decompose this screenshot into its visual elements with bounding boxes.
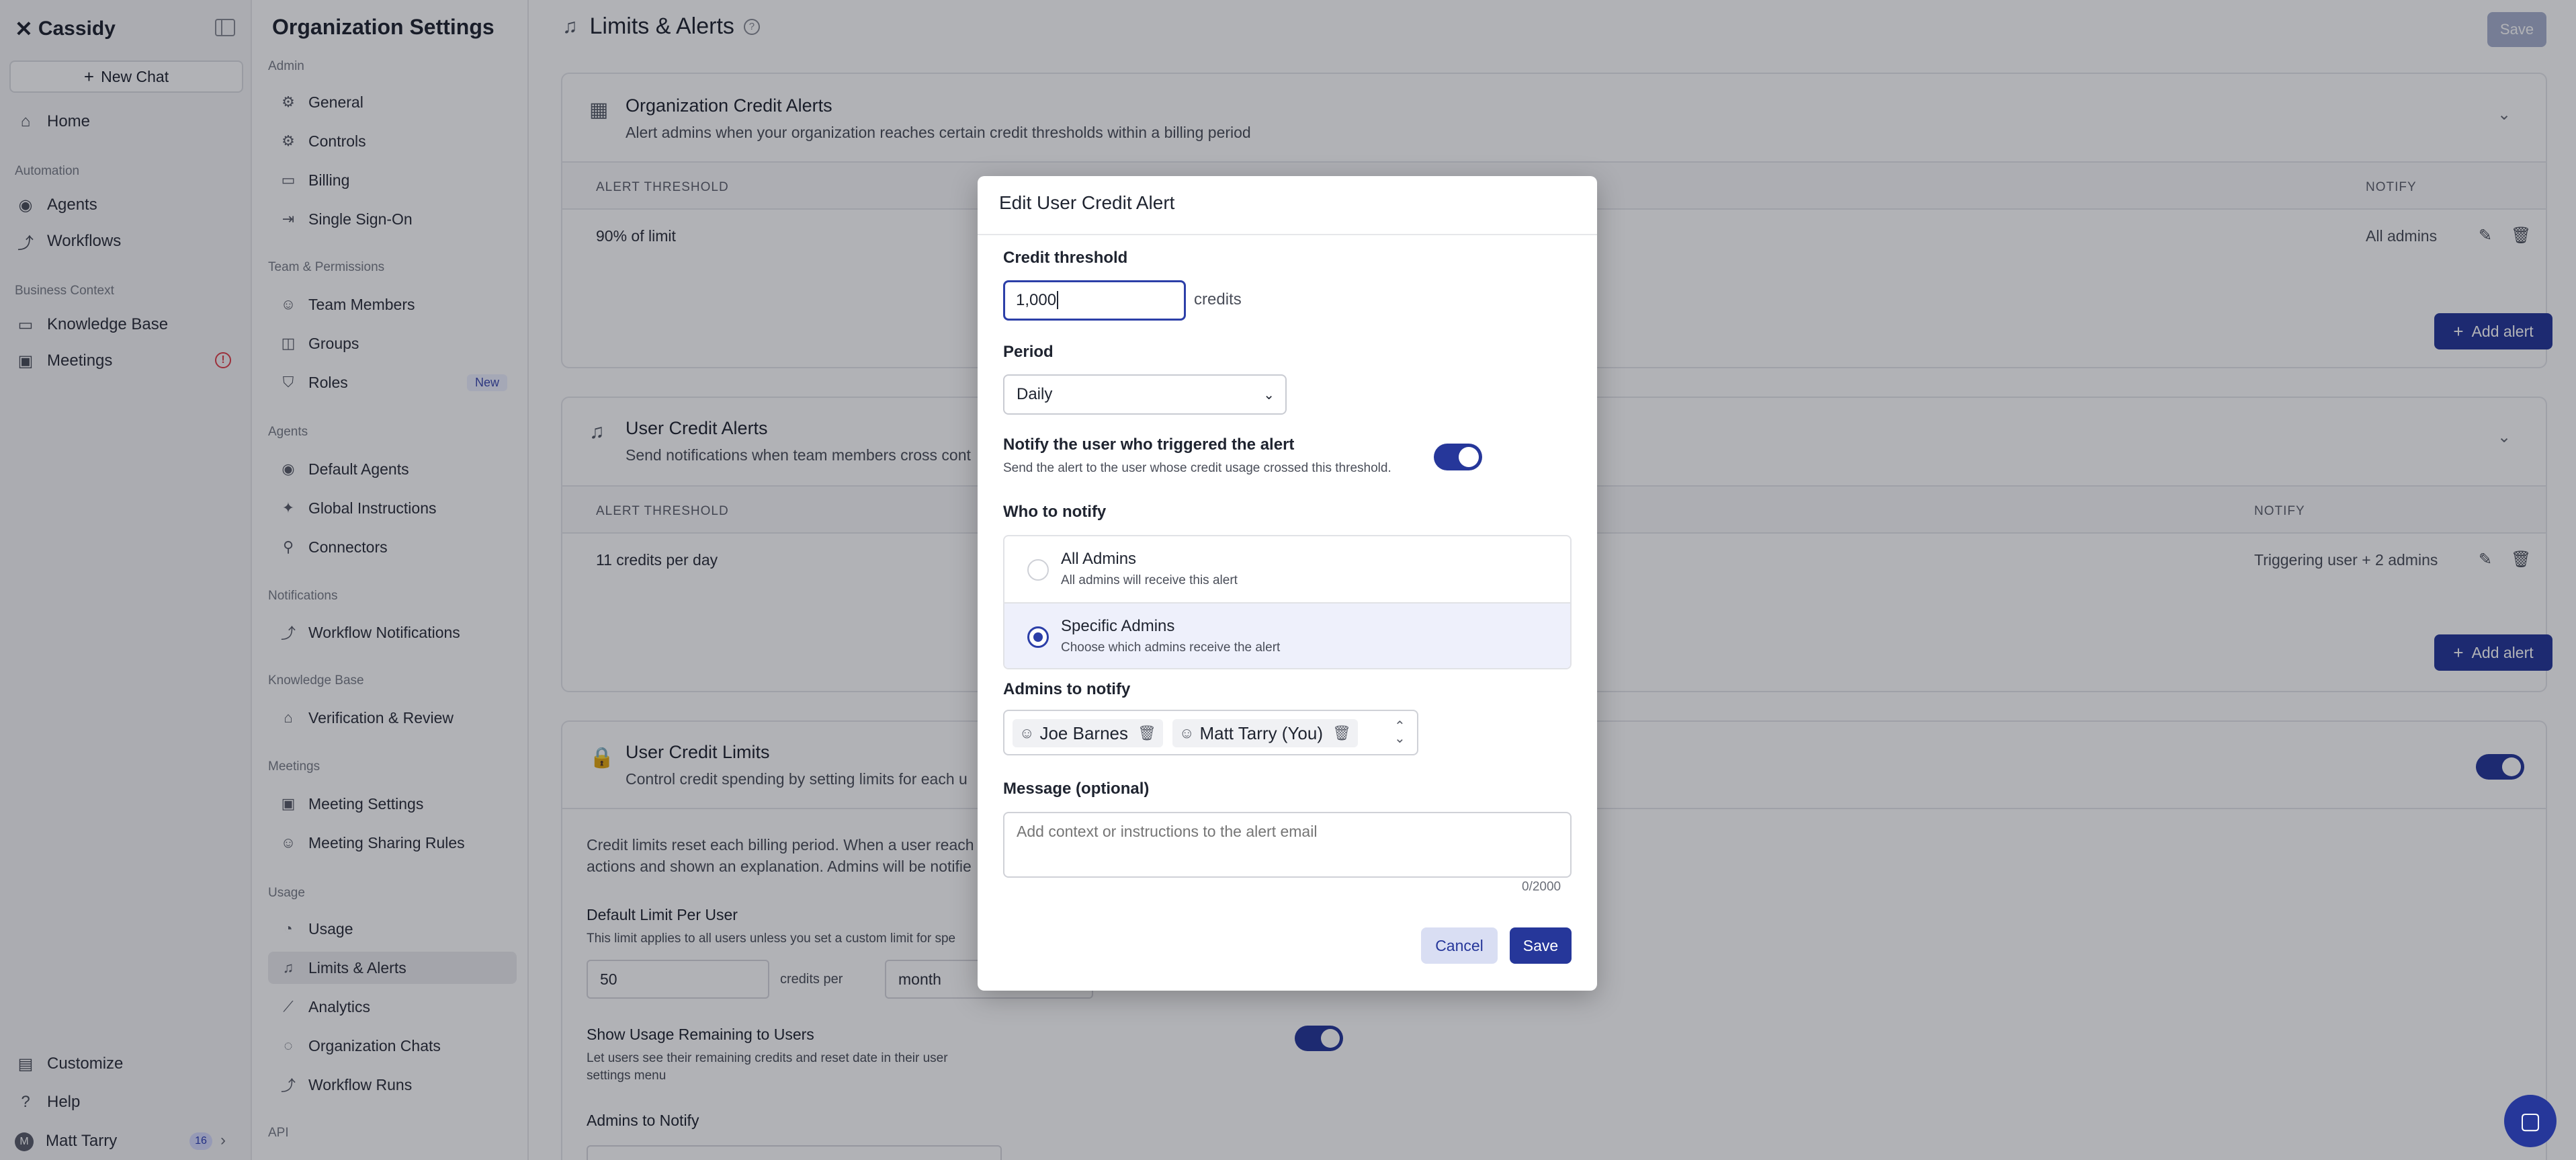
radio-button[interactable] bbox=[1027, 559, 1049, 581]
divider bbox=[978, 234, 1597, 235]
threshold-value: 1,000 bbox=[1016, 291, 1057, 309]
radio-specific-admins[interactable]: Specific Admins Choose which admins rece… bbox=[1004, 602, 1570, 668]
radio-all-admins[interactable]: All Admins All admins will receive this … bbox=[1004, 536, 1570, 602]
message-textarea[interactable] bbox=[1003, 812, 1572, 878]
chat-support-button[interactable]: ▢ bbox=[2504, 1095, 2557, 1147]
chevron-down-icon: ⌄ bbox=[1263, 387, 1275, 403]
period-value: Daily bbox=[1017, 385, 1053, 403]
cancel-button[interactable]: Cancel bbox=[1421, 927, 1498, 964]
notify-user-label: Notify the user who triggered the alert bbox=[1003, 436, 1295, 454]
admin-chip: ☺ Matt Tarry (You) 🗑 bbox=[1172, 719, 1358, 747]
radio-title: Specific Admins bbox=[1061, 617, 1175, 635]
threshold-input[interactable]: 1,000 bbox=[1003, 280, 1186, 321]
admin-chip: ☺ Joe Barnes 🗑 bbox=[1013, 719, 1163, 747]
radio-desc: All admins will receive this alert bbox=[1061, 573, 1238, 587]
period-select[interactable]: Daily ⌄ bbox=[1003, 374, 1287, 415]
chat-icon: ▢ bbox=[2519, 1108, 2542, 1134]
notify-user-desc: Send the alert to the user whose credit … bbox=[1003, 461, 1391, 475]
radio-desc: Choose which admins receive the alert bbox=[1061, 640, 1281, 655]
character-count: 0/2000 bbox=[1522, 880, 1561, 894]
notify-radio-group: All Admins All admins will receive this … bbox=[1003, 535, 1572, 669]
radio-title: All Admins bbox=[1061, 550, 1137, 568]
save-button[interactable]: Save bbox=[1510, 927, 1572, 964]
user-icon: ☺ bbox=[1019, 724, 1035, 741]
updown-chevron-icon[interactable]: ⌃ ⌄ bbox=[1394, 720, 1406, 745]
admins-to-notify-label: Admins to notify bbox=[1003, 680, 1131, 698]
admins-multiselect[interactable]: ☺ Joe Barnes 🗑 ☺ Matt Tarry (You) 🗑 ⌃ ⌄ bbox=[1003, 710, 1418, 755]
dialog-title: Edit User Credit Alert bbox=[999, 192, 1175, 213]
user-icon: ☺ bbox=[1179, 724, 1195, 741]
threshold-label: Credit threshold bbox=[1003, 249, 1128, 267]
admin-chip-label: Matt Tarry (You) bbox=[1199, 722, 1323, 743]
trash-icon[interactable]: 🗑 bbox=[1137, 724, 1156, 742]
notify-user-toggle[interactable] bbox=[1434, 444, 1482, 470]
threshold-unit: credits bbox=[1194, 290, 1242, 308]
edit-alert-dialog: Edit User Credit Alert Credit threshold … bbox=[978, 176, 1597, 991]
message-label: Message (optional) bbox=[1003, 780, 1150, 798]
trash-icon[interactable]: 🗑 bbox=[1332, 724, 1351, 742]
period-label: Period bbox=[1003, 343, 1054, 361]
radio-button[interactable] bbox=[1027, 626, 1049, 648]
admin-chip-label: Joe Barnes bbox=[1039, 722, 1128, 743]
who-to-notify-label: Who to notify bbox=[1003, 503, 1107, 521]
